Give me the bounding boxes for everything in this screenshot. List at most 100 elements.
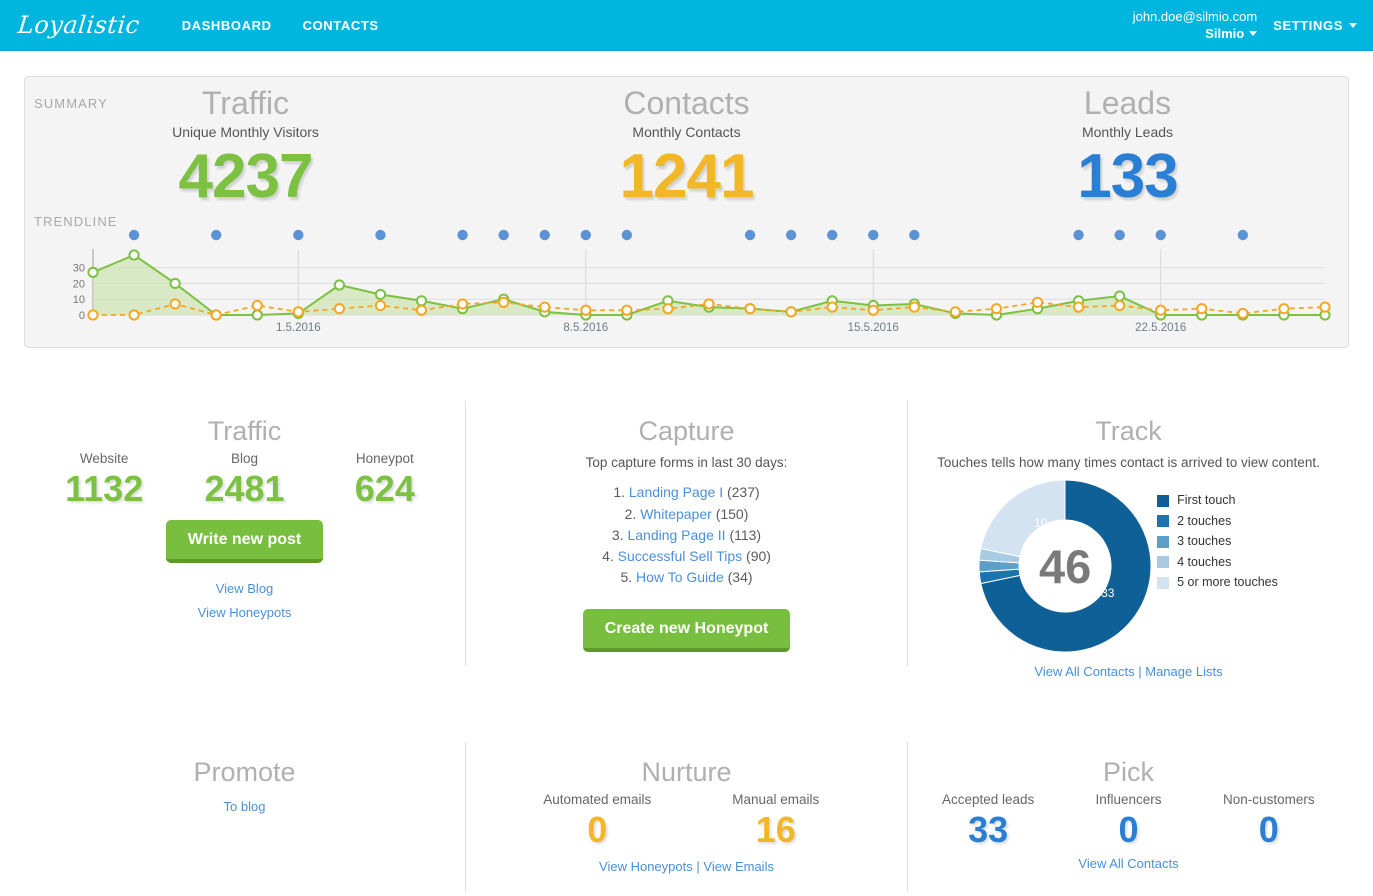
account-org-label: Silmio: [1205, 25, 1245, 41]
kpi-traffic-subtitle: Unique Monthly Visitors: [172, 123, 319, 140]
capture-form-link[interactable]: Landing Page II: [627, 527, 725, 543]
capture-rank: 4.: [602, 548, 614, 565]
legend-swatch-icon: [1157, 535, 1170, 548]
create-new-honeypot-button[interactable]: Create new Honeypot: [582, 608, 791, 652]
capture-count: (34): [727, 569, 753, 586]
legend-swatch-icon: [1157, 576, 1170, 589]
svg-text:1.5.2016: 1.5.2016: [276, 322, 321, 334]
traffic-honeypot-value: 624: [354, 468, 415, 510]
legend-item: 5 or more touches: [1157, 576, 1278, 589]
pick-noncustomers-value: 0: [1258, 809, 1279, 851]
panel-pick: Pick Accepted leads 33 Influencers 0 Vie…: [907, 742, 1349, 892]
track-description: Touches tells how many times contact is …: [937, 455, 1320, 471]
kpi-leads-title: Leads: [1083, 85, 1172, 121]
traffic-stat-blog: Blog 2481: [174, 451, 314, 509]
pick-stats: Accepted leads 33 Influencers 0 View All…: [918, 792, 1339, 872]
capture-title: Capture: [638, 416, 735, 446]
nurture-title: Nurture: [641, 757, 732, 787]
list-item: 1. Landing Page I (237): [476, 482, 897, 503]
manage-lists-link[interactable]: Manage Lists: [1145, 664, 1222, 679]
panel-capture: Capture Top capture forms in last 30 day…: [465, 401, 907, 666]
main-nav: DASHBOARD CONTACTS: [182, 18, 379, 33]
pick-stat-influencers: Influencers 0 View All Contacts: [1058, 792, 1198, 872]
nurture-automated-value: 0: [587, 809, 608, 851]
traffic-blog-value: 2481: [204, 468, 285, 510]
nav-item-dashboard[interactable]: DASHBOARD: [182, 18, 272, 33]
traffic-stats: Website 1132 Blog 2481 Honeypot 624: [34, 451, 455, 509]
kpi-contacts: Contacts Monthly Contacts 1241: [466, 85, 907, 209]
summary-section-label: SUMMARY: [34, 96, 108, 111]
nurture-links: View Honeypots | View Emails: [476, 859, 897, 874]
capture-rank: 2.: [624, 505, 637, 522]
legend-label: 3 touches: [1177, 534, 1232, 549]
top-navbar: Loyalistic DASHBOARD CONTACTS john.doe@s…: [0, 0, 1373, 51]
nurture-stats: Automated emails 0 Manual emails 16: [476, 792, 897, 850]
traffic-honeypot-label: Honeypot: [355, 451, 414, 467]
svg-text:30: 30: [73, 263, 85, 275]
link-separator: |: [1138, 664, 1142, 680]
kpi-row: Traffic Unique Monthly Visitors 4237 Con…: [25, 77, 1348, 209]
legend-swatch-icon: [1157, 515, 1170, 528]
account-email: john.doe@silmio.com: [1132, 9, 1258, 25]
panel-traffic: Traffic Website 1132 Blog 2481 Honeypot …: [24, 401, 465, 666]
svg-text:10: 10: [73, 294, 85, 306]
nav-item-contacts[interactable]: CONTACTS: [303, 18, 379, 33]
view-all-contacts-link[interactable]: View All Contacts: [1078, 856, 1178, 871]
capture-description: Top capture forms in last 30 days:: [585, 455, 788, 471]
trendline-chart: 0 10 20 30 1.5.2016 8.5.2016 15.5.2016 22.5.201…: [25, 227, 1348, 342]
account-org-dropdown[interactable]: Silmio: [1205, 25, 1258, 42]
capture-form-link[interactable]: Landing Page I: [629, 484, 723, 500]
panel-nurture: Nurture Automated emails 0 Manual emails…: [465, 742, 907, 892]
kpi-leads-subtitle: Monthly Leads: [1081, 123, 1174, 140]
capture-count: (150): [715, 505, 749, 522]
pick-noncustomers-label: Non-customers: [1223, 792, 1315, 808]
traffic-blog-label: Blog: [230, 451, 258, 467]
panel-promote: Promote To blog: [24, 742, 465, 892]
pick-accepted-label: Accepted leads: [942, 792, 1035, 808]
capture-rank: 5.: [620, 569, 633, 586]
nurture-manual-label: Manual emails: [732, 792, 820, 808]
settings-dropdown[interactable]: SETTINGS: [1273, 18, 1357, 33]
view-blog-link[interactable]: View Blog: [216, 581, 274, 596]
legend-swatch-icon: [1157, 494, 1170, 507]
svg-text:22.5.2016: 22.5.2016: [1135, 322, 1186, 334]
pick-influencers-value: 0: [1118, 809, 1139, 851]
capture-rank: 3.: [611, 526, 624, 543]
write-new-post-button[interactable]: Write new post: [165, 519, 324, 563]
nurture-automated-label: Automated emails: [543, 792, 652, 808]
view-honeypots-link[interactable]: View Honeypots: [198, 605, 292, 620]
view-honeypots-link[interactable]: View Honeypots: [599, 859, 693, 874]
panel-row-primary: Traffic Website 1132 Blog 2481 Honeypot …: [24, 401, 1349, 679]
summary-card: SUMMARY TRENDLINE Traffic Unique Monthly…: [24, 76, 1349, 348]
trendline-svg: 0 10 20 30 1.5.2016 8.5.2016 15.5.2016 22.5.201…: [73, 229, 1331, 334]
pick-accepted-value: 33: [968, 809, 1009, 851]
capture-count: (90): [746, 548, 771, 565]
legend-item: 4 touches: [1157, 556, 1278, 569]
to-blog-link[interactable]: To blog: [224, 799, 266, 814]
track-links: View All Contacts | Manage Lists: [918, 664, 1339, 679]
traffic-stat-honeypot: Honeypot 624: [315, 451, 455, 509]
traffic-title: Traffic: [207, 416, 282, 446]
list-item: 4. Successful Sell Tips (90): [476, 546, 897, 567]
capture-form-list: 1. Landing Page I (237) 2. Whitepaper (1…: [476, 482, 897, 588]
svg-text:15.5.2016: 15.5.2016: [848, 322, 899, 334]
capture-form-link[interactable]: Whitepaper: [640, 506, 712, 522]
legend-label: 5 or more touches: [1177, 575, 1278, 590]
view-all-contacts-link[interactable]: View All Contacts: [1034, 664, 1134, 679]
capture-form-link[interactable]: Successful Sell Tips: [618, 548, 743, 564]
pick-stat-accepted-leads: Accepted leads 33: [918, 792, 1058, 872]
kpi-contacts-title: Contacts: [623, 85, 750, 121]
app-logo[interactable]: Loyalistic: [17, 11, 142, 39]
capture-form-link[interactable]: How To Guide: [636, 569, 724, 585]
legend-swatch-icon: [1157, 556, 1170, 569]
donut-slice[interactable]: [980, 479, 1066, 558]
promote-title: Promote: [193, 757, 296, 787]
donut-legend: First touch 2 touches 3 touches 4 touche…: [1157, 494, 1278, 597]
donut-chart: 46 10 33: [978, 479, 1152, 653]
legend-item: 3 touches: [1157, 535, 1278, 548]
svg-text:0: 0: [79, 310, 85, 322]
view-emails-link[interactable]: View Emails: [703, 859, 774, 874]
kpi-leads: Leads Monthly Leads 133: [907, 85, 1348, 209]
track-donut-area: 46 10 33 First touch 2 touches 3 touches: [918, 479, 1339, 653]
pick-title: Pick: [1102, 757, 1154, 787]
